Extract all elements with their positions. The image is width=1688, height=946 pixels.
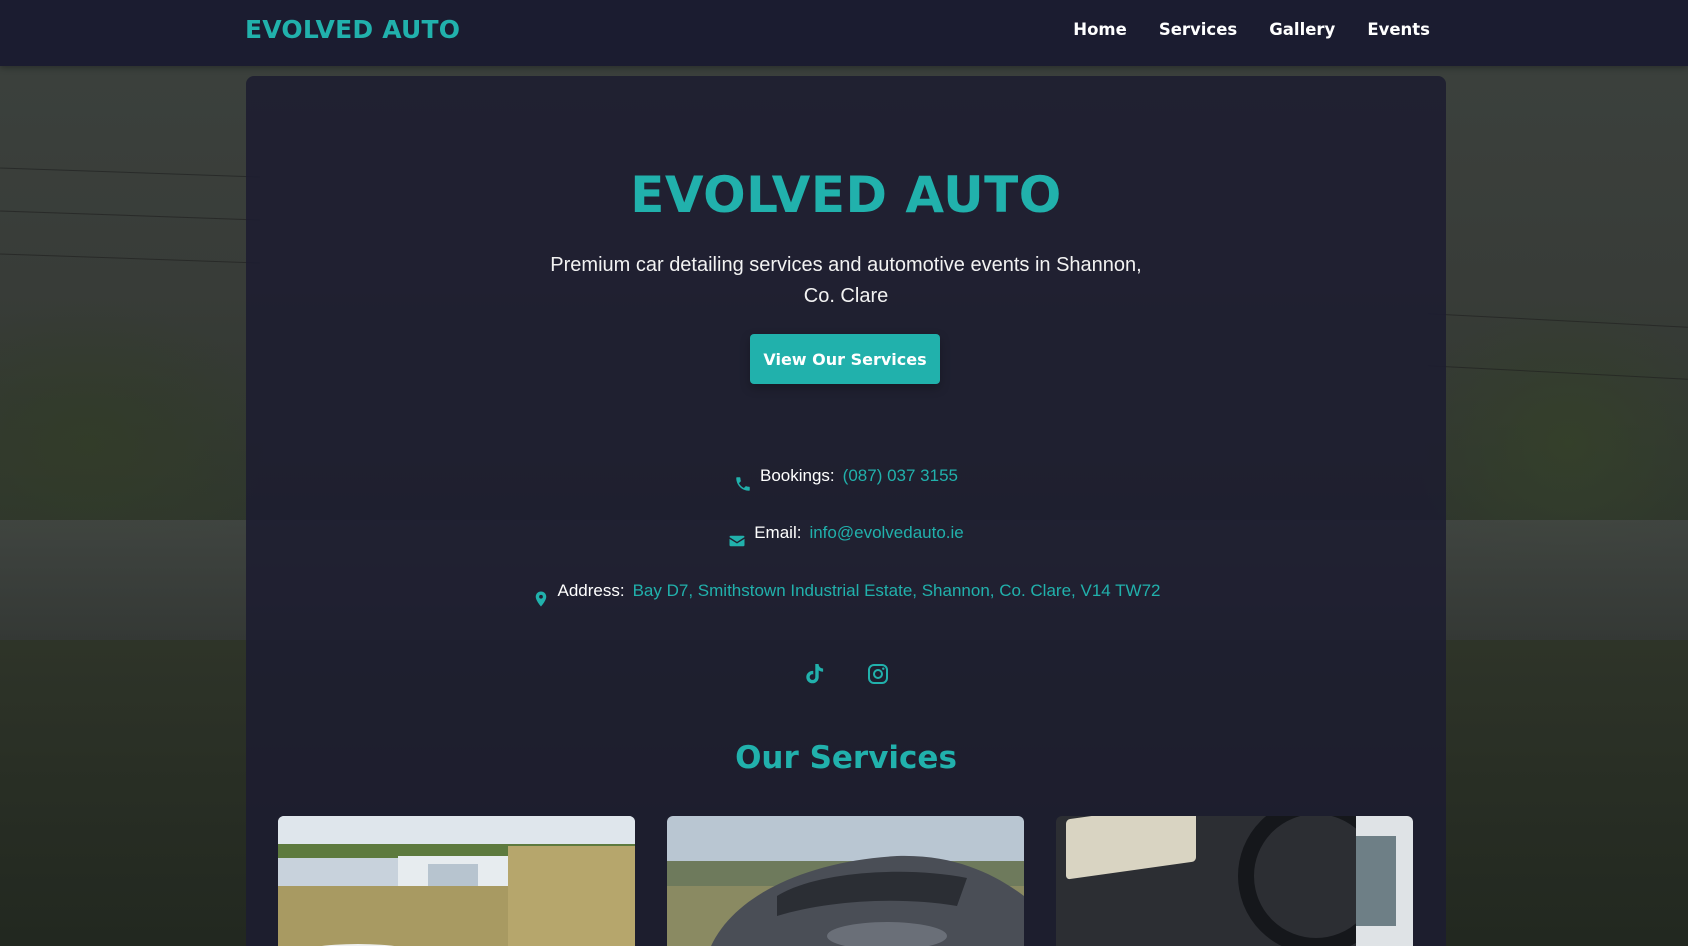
social-links xyxy=(246,662,1446,691)
email-link[interactable]: info@evolvedauto.ie xyxy=(809,523,963,543)
service-card-image[interactable] xyxy=(278,816,635,946)
service-card-image[interactable] xyxy=(667,816,1024,946)
navbar: EVOLVED AUTO Home Services Gallery Event… xyxy=(0,0,1688,66)
address-label: Address: xyxy=(557,581,625,600)
tiktok-icon[interactable] xyxy=(802,662,826,686)
envelope-icon xyxy=(729,535,745,547)
nav-events[interactable]: Events xyxy=(1367,20,1430,39)
hero-subtitle: Premium car detailing services and autom… xyxy=(550,254,1142,307)
contact-address: Address: Bay D7, Smithstown Industrial E… xyxy=(246,581,1446,607)
bookings-phone-link[interactable]: (087) 037 3155 xyxy=(843,466,958,486)
bookings-label: Bookings: xyxy=(760,466,835,485)
nav-gallery[interactable]: Gallery xyxy=(1269,20,1335,39)
instagram-icon[interactable] xyxy=(866,662,890,686)
brand-logo[interactable]: EVOLVED AUTO xyxy=(245,15,460,44)
phone-icon xyxy=(736,477,750,491)
map-pin-icon xyxy=(535,591,546,607)
email-label: Email: xyxy=(754,523,802,542)
contact-email: Email: info@evolvedauto.ie xyxy=(246,523,1446,547)
nav-services[interactable]: Services xyxy=(1159,20,1237,39)
service-cards xyxy=(278,816,1413,946)
nav-home[interactable]: Home xyxy=(1073,20,1127,39)
hero-title: EVOLVED AUTO xyxy=(630,166,1062,224)
view-services-button[interactable]: View Our Services xyxy=(750,334,940,384)
address-link[interactable]: Bay D7, Smithstown Industrial Estate, Sh… xyxy=(633,581,1161,601)
services-heading: Our Services xyxy=(735,740,957,776)
service-card-image[interactable] xyxy=(1056,816,1413,946)
hero-card: EVOLVED AUTO Premium car detailing servi… xyxy=(246,76,1446,946)
nav-links: Home Services Gallery Events xyxy=(1073,20,1430,39)
contact-bookings: Bookings: (087) 037 3155 xyxy=(246,466,1446,491)
